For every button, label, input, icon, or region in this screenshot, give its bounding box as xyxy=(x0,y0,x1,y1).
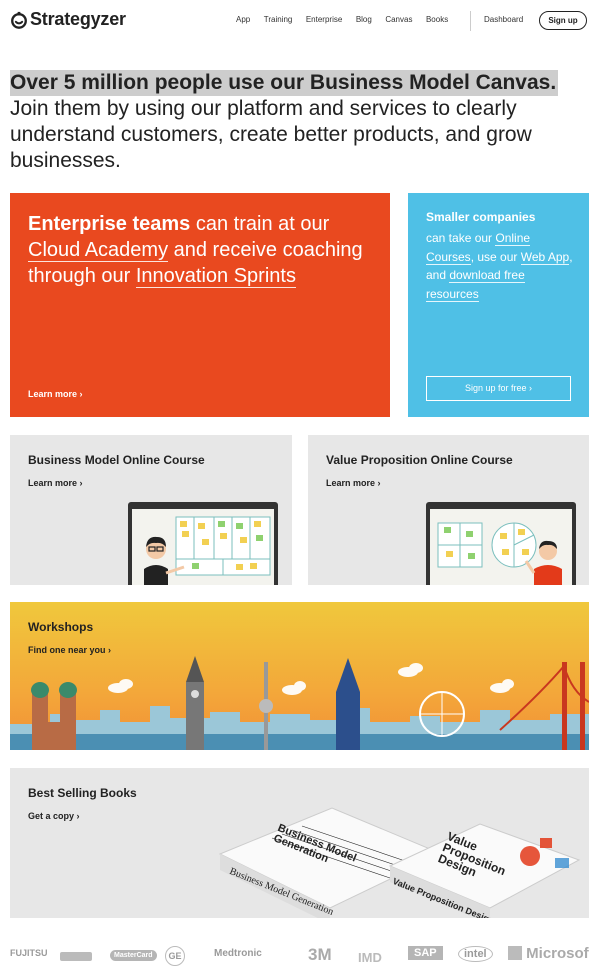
imd-logo: IMD xyxy=(358,950,382,965)
nav-item-app[interactable]: App xyxy=(236,15,250,24)
nav-item-books[interactable]: Books xyxy=(426,15,448,24)
dashboard-link[interactable]: Dashboard xyxy=(484,15,523,24)
client-logos: FUJITSU MasterCard GE Medtronic 3M IMD S… xyxy=(0,940,589,969)
sap-logo: SAP xyxy=(408,946,443,960)
intel-logo: intel xyxy=(458,946,493,962)
nav-divider xyxy=(470,11,471,31)
signup-button[interactable]: Sign up xyxy=(539,11,587,30)
books-card[interactable]: Best Selling Books Get a copy › Business… xyxy=(10,768,589,918)
canvas-board-illustration xyxy=(144,516,271,585)
hero-subline: Join them by using our platform and serv… xyxy=(10,97,532,172)
strategyzer-logo-icon xyxy=(11,11,27,29)
value-proposition-course-card[interactable]: Value Proposition Online Course Learn mo… xyxy=(308,435,589,585)
value-map-illustration xyxy=(437,522,562,585)
smaller-text: can take our Online Courses, use our Web… xyxy=(426,229,576,303)
medtronic-logo: Medtronic xyxy=(214,948,262,959)
smaller-text-2: , use our xyxy=(470,249,521,264)
microsoft-logo: Microsoft xyxy=(508,945,589,962)
hero-headline: Over 5 million people use our Business M… xyxy=(10,70,559,96)
enterprise-text-1: can train at our xyxy=(190,213,330,235)
course-screen-illustration xyxy=(426,502,576,585)
enterprise-text: Enterprise teams can train at our Cloud … xyxy=(28,211,380,289)
innovation-sprints-link[interactable]: Innovation Sprints xyxy=(135,265,296,288)
enterprise-bold: Enterprise teams xyxy=(28,213,191,235)
smaller-title: Smaller companies xyxy=(426,210,536,224)
signup-free-button[interactable]: Sign up for free › xyxy=(426,376,571,401)
ge-logo: GE xyxy=(165,946,185,966)
nav-item-enterprise[interactable]: Enterprise xyxy=(306,15,342,24)
business-model-course-card[interactable]: Business Model Online Course Learn more … xyxy=(10,435,292,585)
course-title: Business Model Online Course xyxy=(28,453,205,467)
workshops-card[interactable]: Workshops Find one near you › xyxy=(10,602,589,750)
enterprise-learn-more-link[interactable]: Learn more › xyxy=(28,389,83,399)
fujitsu-logo: FUJITSU xyxy=(10,948,48,958)
main-nav: App Training Enterprise Blog Canvas Book… xyxy=(236,15,462,24)
cloud-academy-link[interactable]: Cloud Academy xyxy=(28,239,169,262)
3m-logo: 3M xyxy=(308,945,332,964)
nav-item-canvas[interactable]: Canvas xyxy=(385,15,412,24)
course-title: Value Proposition Online Course xyxy=(326,453,513,467)
nav-item-training[interactable]: Training xyxy=(264,15,293,24)
smaller-companies-card: Smaller companies can take our Online Co… xyxy=(408,193,589,417)
aig-logo-icon xyxy=(60,952,92,961)
course-learn-more-link[interactable]: Learn more › xyxy=(28,478,83,488)
nav-item-blog[interactable]: Blog xyxy=(356,15,372,24)
microsoft-logo-text: Microsoft xyxy=(526,945,589,962)
course-learn-more-link[interactable]: Learn more › xyxy=(326,478,381,488)
course-screen-illustration xyxy=(128,502,278,585)
web-app-link[interactable]: Web App xyxy=(520,249,570,265)
city-skyline-illustration xyxy=(10,656,589,750)
enterprise-card[interactable]: Enterprise teams can train at our Cloud … xyxy=(10,193,390,417)
microsoft-windows-icon xyxy=(508,946,522,960)
logo-link[interactable]: Strategyzer xyxy=(10,9,126,30)
brand-name: Strategyzer xyxy=(30,9,126,29)
mastercard-logo: MasterCard xyxy=(110,950,157,961)
smaller-text-1: can take our xyxy=(426,231,496,245)
site-header: Strategyzer App Training Enterprise Blog… xyxy=(0,0,589,40)
hero: Over 5 million people use our Business M… xyxy=(10,70,585,174)
